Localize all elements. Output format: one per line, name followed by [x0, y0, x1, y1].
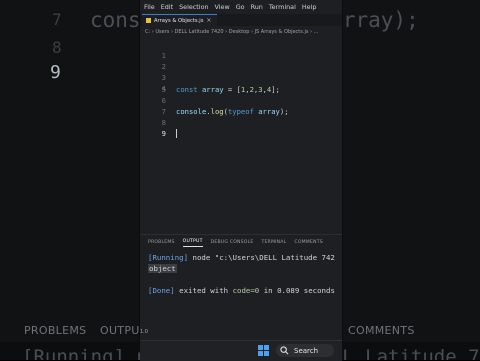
line-number: 6 — [161, 96, 166, 105]
bg-line-number-7: 7 — [52, 10, 62, 29]
version-label: 1.0 — [140, 329, 148, 335]
breadcrumb[interactable]: C: › Users › DELL Latitude 7420 › Deskto… — [145, 29, 318, 35]
line-number: 5 — [161, 85, 166, 94]
line-number-active: 9 — [161, 129, 166, 138]
running-text: node "c:\Users\DELL Latitude 742 — [188, 253, 335, 262]
tab-debug-console[interactable]: DEBUG CONSOLE — [211, 240, 254, 247]
search-label: Search — [294, 346, 319, 355]
tab-comments[interactable]: COMMENTS — [294, 240, 322, 247]
done-time: in 0.089 seconds — [259, 286, 335, 295]
menu-terminal[interactable]: Terminal — [269, 3, 296, 11]
menu-bar: File Edit Selection View Go Run Terminal… — [140, 0, 342, 14]
code-editor[interactable]: 1 2 3 4 5 6 7 8 9 const array = [1,2,3,4… — [140, 38, 342, 234]
line-number: 1 — [161, 51, 166, 60]
text-cursor — [176, 129, 177, 138]
bg-panel-label-problems: PROBLEMS — [24, 324, 87, 337]
tab-bar: Arrays & Objects.js × — [140, 14, 342, 26]
running-tag: [Running] — [148, 253, 189, 262]
menu-go[interactable]: Go — [236, 3, 245, 11]
tab-output[interactable]: OUTPUT — [182, 239, 203, 247]
done-tag: [Done] — [148, 286, 175, 295]
tab-label: Arrays & Objects.js — [154, 17, 204, 24]
menu-selection[interactable]: Selection — [179, 3, 208, 11]
output-result-line: object — [148, 264, 177, 273]
bg-line-number-9: 9 — [50, 62, 61, 83]
panel-tabs: PROBLEMS OUTPUT DEBUG CONSOLE TERMINAL C… — [140, 235, 342, 251]
js-file-icon — [146, 18, 151, 23]
line-number: 2 — [161, 62, 166, 71]
code-line-7[interactable]: console.log(typeof array); — [176, 107, 289, 116]
search-icon — [280, 346, 289, 355]
output-running-line: [Running] node "c:\Users\DELL Latitude 7… — [148, 253, 335, 262]
tab-problems[interactable]: PROBLEMS — [148, 240, 175, 247]
close-icon[interactable]: × — [206, 17, 211, 24]
output-done-line: [Done] exited with code=0 in 0.089 secon… — [148, 286, 335, 295]
vscode-window: File Edit Selection View Go Run Terminal… — [140, 0, 342, 342]
editor-tab[interactable]: Arrays & Objects.js × — [142, 14, 218, 26]
line-number-gutter: 1 2 3 4 5 6 7 8 9 — [140, 38, 170, 234]
done-text: exited with — [174, 286, 233, 295]
menu-run[interactable]: Run — [251, 3, 263, 11]
menu-edit[interactable]: Edit — [161, 3, 173, 11]
bg-line-number-8: 8 — [52, 38, 62, 57]
bg-panel-label-comments: COMMENTS — [348, 324, 415, 337]
code-line-5[interactable]: const array = [1,2,3,4]; — [176, 85, 280, 94]
menu-file[interactable]: File — [144, 3, 155, 11]
bottom-panel: PROBLEMS OUTPUT DEBUG CONSOLE TERMINAL C… — [140, 234, 342, 342]
taskbar-search-box[interactable]: Search — [276, 344, 334, 357]
output-result: object — [148, 264, 177, 273]
menu-help[interactable]: Help — [302, 3, 317, 11]
line-number: 3 — [161, 73, 166, 82]
menu-view[interactable]: View — [215, 3, 230, 11]
windows-taskbar: 1.0 Search — [140, 329, 342, 361]
windows-logo-icon[interactable] — [258, 345, 269, 356]
tab-terminal[interactable]: TERMINAL — [261, 240, 286, 247]
exit-code: code=0 — [232, 286, 260, 295]
line-number: 8 — [161, 118, 166, 127]
line-number: 7 — [161, 107, 166, 116]
